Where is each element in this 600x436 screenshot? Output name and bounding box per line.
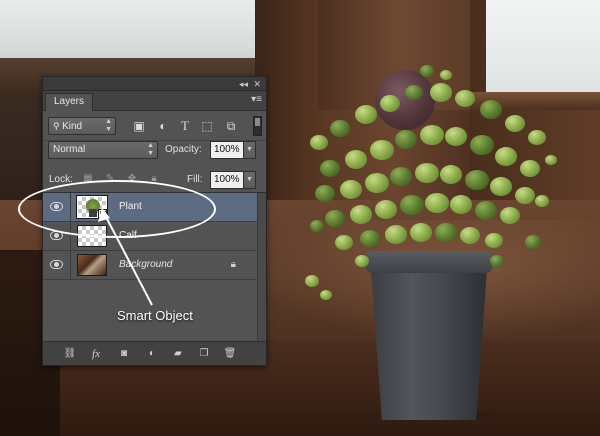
callout-arrow — [98, 208, 153, 306]
callout-arrow-line — [104, 214, 153, 306]
smart-object-annotation-label: Smart Object — [117, 308, 193, 323]
